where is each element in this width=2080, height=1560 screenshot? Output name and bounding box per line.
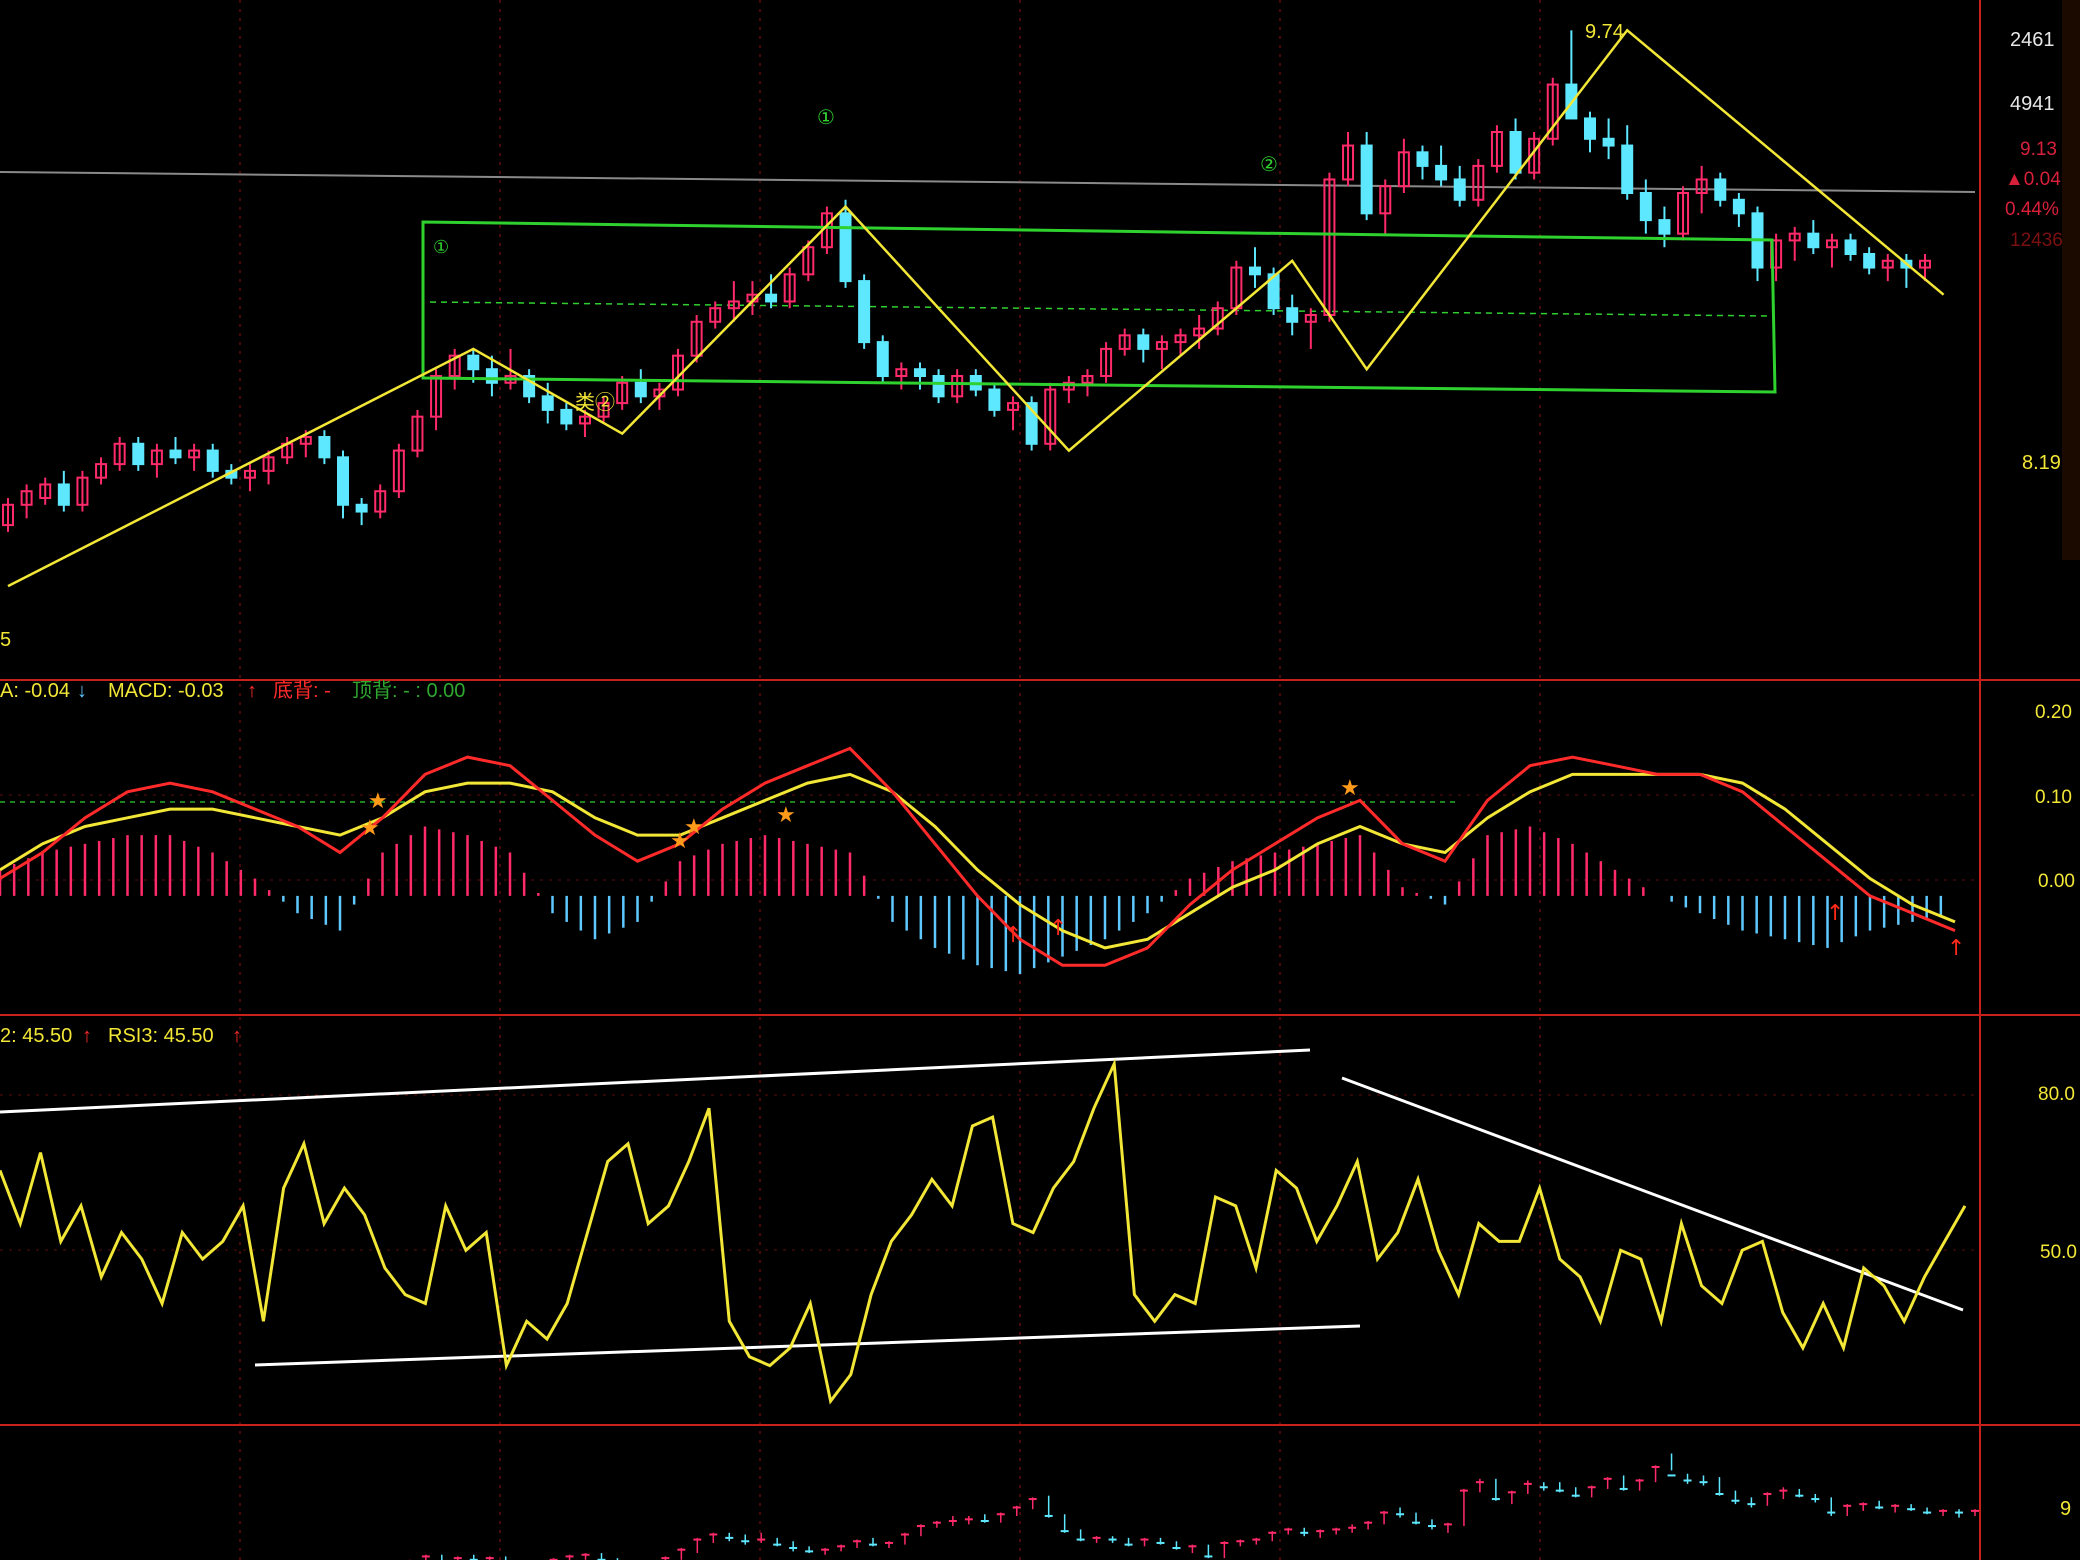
macd-buy-signal-icon: ★ — [776, 803, 796, 828]
candle-body — [355, 503, 368, 513]
macd-dea-value: A: -0.04 — [0, 680, 70, 702]
candle-body — [858, 280, 871, 344]
candle-body — [1360, 144, 1373, 215]
axis-label-8-19: 8.19 — [2022, 452, 2061, 474]
rsi-axis-50: 50.0 — [2040, 1242, 2077, 1263]
wave-label-1a: ① — [433, 237, 449, 257]
macd-buy-signal-icon: ★ — [368, 789, 388, 814]
rsi3-arrow: ↑ — [232, 1025, 242, 1047]
volume-axis-label: 9 — [2060, 1498, 2071, 1520]
candle-body — [337, 456, 350, 506]
candle-body — [560, 408, 573, 425]
candle-body — [1639, 192, 1652, 222]
axis-label-4941: 4941 — [2010, 93, 2055, 115]
candle-body — [932, 375, 945, 398]
macd-up-arrow-icon: ↑ — [1004, 923, 1022, 948]
rsi2-arrow: ↑ — [82, 1025, 92, 1047]
macd-buy-signal-icon: ★ — [1340, 776, 1360, 801]
candle-body — [541, 395, 554, 411]
candle-body — [1621, 144, 1634, 194]
candle-body — [1416, 151, 1429, 167]
stock-chart: ① ① ② 类② 9.74 5 2461 4941 8.19 9.13 ▲0.0… — [0, 0, 2080, 1560]
top-divergence-label: 顶背: - : 0.00 — [352, 679, 465, 702]
candle-body — [1435, 164, 1448, 181]
right-side-strip — [2062, 0, 2080, 560]
high-price-label: 9.74 — [1585, 21, 1624, 43]
quote-change-pct: 0.44% — [2005, 199, 2059, 220]
candle-body — [1844, 239, 1857, 255]
candle-body — [1658, 219, 1671, 235]
wave-label-1b: ① — [817, 107, 835, 129]
chart-background — [0, 0, 2080, 1560]
candle-body — [132, 442, 145, 466]
candle-body — [913, 368, 926, 378]
wave-label-2: ② — [1260, 154, 1278, 176]
quote-price: 9.13 — [2020, 139, 2057, 160]
macd-dea-arrow: ↓ — [77, 680, 87, 702]
macd-buy-signal-icon: ★ — [684, 815, 704, 840]
quote-volume: 12436 — [2010, 230, 2063, 251]
candle-body — [206, 449, 219, 472]
candle-body — [1714, 178, 1727, 201]
axis-label-2461: 2461 — [2010, 29, 2055, 51]
macd-up-arrow-icon: ↑ — [1947, 936, 1965, 961]
macd-up-arrow-icon: ↑ — [1826, 901, 1844, 926]
macd-axis-0-10: 0.10 — [2035, 787, 2072, 808]
candle-body — [57, 483, 70, 506]
wave-label-class-2: 类② — [575, 391, 615, 414]
macd-arrow: ↑ — [247, 680, 257, 702]
bottom-divergence-label: 底背: - — [273, 679, 331, 702]
macd-axis-0-00: 0.00 — [2038, 871, 2075, 892]
candle-body — [485, 368, 498, 384]
rsi3-value: RSI3: 45.50 — [108, 1025, 214, 1047]
price-left-edge-label: 5 — [0, 629, 11, 651]
candle-body — [1807, 232, 1820, 249]
candle-body — [1509, 131, 1522, 174]
quote-change: ▲0.04 — [2005, 169, 2061, 190]
candle-body — [467, 354, 480, 371]
candle-body — [1286, 307, 1299, 323]
candle-body — [765, 293, 778, 303]
candle-body — [1137, 334, 1150, 350]
macd-value: MACD: -0.03 — [108, 680, 224, 702]
candle-body — [318, 436, 331, 459]
candle-body — [839, 212, 852, 283]
candle-body — [1863, 253, 1876, 269]
macd-up-arrow-icon: ↑ — [1049, 916, 1067, 941]
candle-body — [1248, 266, 1261, 276]
rsi2-value: 2: 45.50 — [0, 1025, 72, 1047]
candle-body — [1453, 178, 1466, 201]
candle-body — [988, 388, 1001, 411]
candle-body — [1583, 117, 1596, 140]
candle-body — [1732, 198, 1745, 215]
macd-buy-signal-icon: ★ — [360, 816, 380, 841]
candle-body — [169, 449, 182, 459]
candle-body — [1602, 137, 1615, 147]
candle-body — [876, 341, 889, 378]
rsi-axis-80: 80.0 — [2038, 1084, 2075, 1105]
candle-body — [634, 381, 647, 398]
macd-axis-0-20: 0.20 — [2035, 702, 2072, 723]
